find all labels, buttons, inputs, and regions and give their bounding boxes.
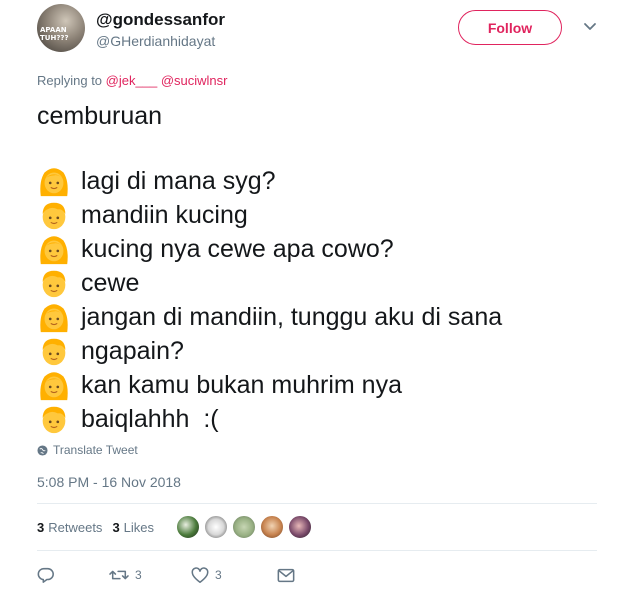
author-display-name[interactable]: @gondessanfor xyxy=(96,10,225,30)
boy-emoji-icon xyxy=(42,406,66,434)
boy-emoji-icon xyxy=(42,270,66,298)
likes-stat[interactable]: 3 Likes xyxy=(112,520,154,535)
boy-emoji-icon xyxy=(42,338,66,366)
direct-message-action[interactable] xyxy=(277,568,295,583)
divider xyxy=(37,550,597,551)
dialogue-line: mandiin kucing xyxy=(37,198,602,232)
liker-avatar[interactable] xyxy=(204,515,229,539)
retweets-label: Retweets xyxy=(48,519,103,535)
likes-label: Likes xyxy=(123,519,155,535)
liker-avatar[interactable] xyxy=(260,515,285,539)
dialogue-text: cewe xyxy=(81,268,140,297)
avatar-caption: APAAN TUH??? xyxy=(40,26,69,42)
chevron-down-icon[interactable] xyxy=(582,18,598,34)
author-screen-name[interactable]: @GHerdianhidayat xyxy=(96,33,215,49)
tweet-header: APAAN TUH??? @gondessanfor @GHerdianhida… xyxy=(37,4,602,56)
envelope-icon[interactable] xyxy=(277,568,295,583)
liker-avatar[interactable] xyxy=(288,515,313,539)
tweet-actions: 3 3 xyxy=(37,563,295,587)
retweet-action[interactable]: 3 xyxy=(109,566,191,584)
dialogue-text: kan kamu bukan muhrim nya xyxy=(81,370,402,399)
likers-avatars xyxy=(176,515,316,539)
mention-link[interactable]: @suciwlnsr xyxy=(161,73,228,88)
translate-tweet[interactable]: Translate Tweet xyxy=(37,443,138,457)
avatar[interactable]: APAAN TUH??? xyxy=(37,4,85,52)
retweet-icon[interactable] xyxy=(109,566,129,584)
dialogue-text: kucing nya cewe apa cowo? xyxy=(81,234,394,263)
tweet-stats: 3 Retweets 3 Likes xyxy=(37,514,316,540)
retweets-stat[interactable]: 3 Retweets xyxy=(37,520,102,535)
girl-emoji-icon xyxy=(40,304,68,333)
tweet-text: cemburuan lagi di mana syg? mandiin kucin… xyxy=(37,100,602,436)
like-count: 3 xyxy=(215,568,222,582)
mention-link[interactable]: @jek___ xyxy=(106,73,158,88)
dialogue-line: lagi di mana syg? xyxy=(37,164,602,198)
boy-emoji-icon xyxy=(42,202,66,230)
dialogue-text: lagi di mana syg? xyxy=(81,166,276,195)
dialogue-line: jangan di mandiin, tunggu aku di sana xyxy=(37,300,602,334)
globe-icon xyxy=(37,444,48,456)
translate-label[interactable]: Translate Tweet xyxy=(53,443,138,457)
follow-button[interactable]: Follow xyxy=(458,10,562,45)
likes-count: 3 xyxy=(112,519,120,535)
dialogue-text: baiqlahhh :( xyxy=(81,404,219,433)
girl-emoji-icon xyxy=(40,236,68,265)
dialogue-line: cewe xyxy=(37,266,602,300)
dialogue-lines: lagi di mana syg? mandiin kucing kucing ny… xyxy=(37,164,602,436)
replying-to-label: Replying to xyxy=(37,73,103,88)
dialogue-text: ngapain? xyxy=(81,336,184,365)
girl-emoji-icon xyxy=(40,372,68,401)
retweet-count: 3 xyxy=(135,568,142,582)
dialogue-line: ngapain? xyxy=(37,334,602,368)
reply-icon[interactable] xyxy=(37,566,55,584)
reply-action[interactable] xyxy=(37,566,109,584)
liker-avatar[interactable] xyxy=(232,515,257,539)
dialogue-line: kan kamu bukan muhrim nya xyxy=(37,368,602,402)
divider xyxy=(37,503,597,504)
heart-icon[interactable] xyxy=(191,566,209,584)
tweet-first-line: cemburuan xyxy=(37,102,163,130)
girl-emoji-icon xyxy=(40,168,68,197)
dialogue-text: jangan di mandiin, tunggu aku di sana xyxy=(81,302,503,331)
dialogue-line: kucing nya cewe apa cowo? xyxy=(37,232,602,266)
replying-to: Replying to @jek___ @suciwlnsr xyxy=(37,73,227,88)
retweets-count: 3 xyxy=(37,519,45,535)
liker-avatar[interactable] xyxy=(176,515,201,539)
dialogue-text: mandiin kucing xyxy=(81,200,248,229)
dialogue-line: baiqlahhh :( xyxy=(37,402,602,436)
tweet-timestamp[interactable]: 5:08 PM - 16 Nov 2018 xyxy=(37,474,181,490)
like-action[interactable]: 3 xyxy=(191,566,277,584)
